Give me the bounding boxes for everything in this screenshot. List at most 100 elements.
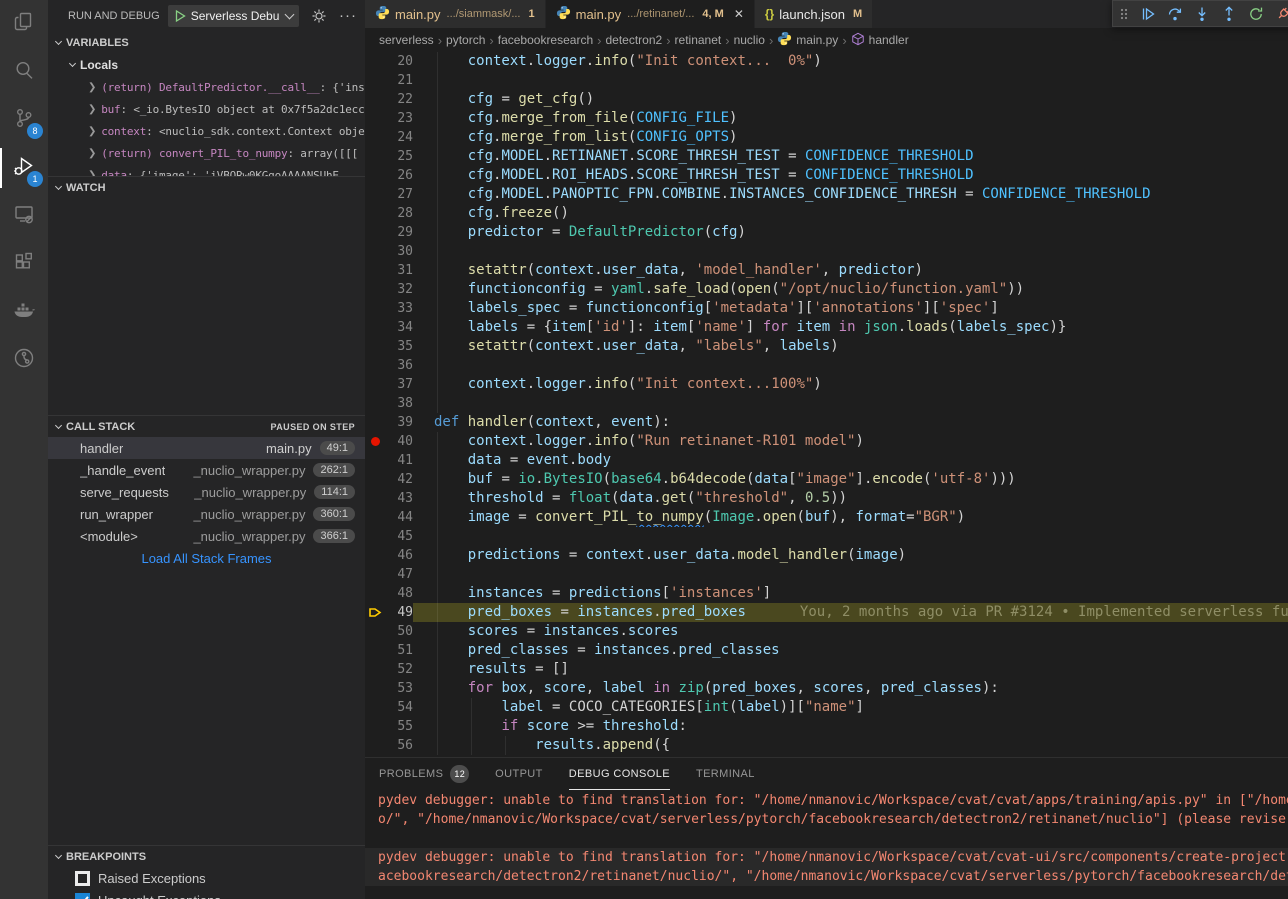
line-number[interactable]: 39 <box>387 413 413 432</box>
line-number[interactable]: 50 <box>387 622 413 641</box>
line-number[interactable]: 21 <box>387 71 413 90</box>
line-number[interactable]: 41 <box>387 451 413 470</box>
code-line[interactable]: 22 cfg = get_cfg() <box>365 90 1288 109</box>
line-content[interactable]: label = COCO_CATEGORIES[int(label)]["nam… <box>413 698 1288 717</box>
line-content[interactable]: instances = predictions['instances'] <box>413 584 1288 603</box>
line-content[interactable]: buf = io.BytesIO(base64.b64decode(data["… <box>413 470 1288 489</box>
panel-tab-debug-console[interactable]: DEBUG CONSOLE <box>569 758 670 790</box>
gutter-glyph-margin[interactable] <box>365 52 387 71</box>
stack-frame-row[interactable]: run_wrapper_nuclio_wrapper.py360:1 <box>48 503 365 525</box>
breadcrumb-item[interactable]: handler <box>851 32 909 49</box>
gutter-glyph-margin[interactable] <box>365 565 387 584</box>
line-content[interactable]: setattr(context.user_data, "labels", lab… <box>413 337 1288 356</box>
line-number[interactable]: 32 <box>387 280 413 299</box>
code-line[interactable]: 28 cfg.freeze() <box>365 204 1288 223</box>
gutter-glyph-margin[interactable] <box>365 337 387 356</box>
line-number[interactable]: 31 <box>387 261 413 280</box>
toolbar-drag-grip[interactable] <box>1119 6 1129 22</box>
gutter-glyph-margin[interactable] <box>365 261 387 280</box>
line-number[interactable]: 46 <box>387 546 413 565</box>
code-line[interactable]: 40 context.logger.info("Run retinanet-R1… <box>365 432 1288 451</box>
variables-header[interactable]: VARIABLES <box>48 32 365 54</box>
line-number[interactable]: 54 <box>387 698 413 717</box>
gutter-glyph-margin[interactable] <box>365 166 387 185</box>
panel-tab-output[interactable]: OUTPUT <box>495 758 543 790</box>
sidebar-item-git-graph[interactable] <box>0 336 48 384</box>
code-line[interactable]: 55 if score >= threshold: <box>365 717 1288 736</box>
code-line[interactable]: 41 data = event.body <box>365 451 1288 470</box>
code-line[interactable]: 29 predictor = DefaultPredictor(cfg) <box>365 223 1288 242</box>
line-number[interactable]: 29 <box>387 223 413 242</box>
line-content[interactable]: pred_classes = instances.pred_classes <box>413 641 1288 660</box>
gutter-glyph-margin[interactable] <box>365 679 387 698</box>
code-line[interactable]: 51 pred_classes = instances.pred_classes <box>365 641 1288 660</box>
sidebar-item-extensions[interactable] <box>0 240 48 288</box>
breakpoint-row[interactable]: Uncaught Exceptions <box>48 889 365 899</box>
line-content[interactable]: scores = instances.scores <box>413 622 1288 641</box>
line-content[interactable]: context.logger.info("Init context...100%… <box>413 375 1288 394</box>
gutter-glyph-margin[interactable] <box>365 280 387 299</box>
scope-locals[interactable]: Locals <box>48 54 365 76</box>
gutter-glyph-margin[interactable] <box>365 546 387 565</box>
code-line[interactable]: 56 results.append({ <box>365 736 1288 755</box>
gutter-glyph-margin[interactable] <box>365 90 387 109</box>
line-content[interactable]: predictor = DefaultPredictor(cfg) <box>413 223 1288 242</box>
gutter-glyph-margin[interactable] <box>365 204 387 223</box>
step-over-button[interactable] <box>1167 6 1183 22</box>
gutter-glyph-margin[interactable] <box>365 242 387 261</box>
code-line[interactable]: 53 for box, score, label in zip(pred_box… <box>365 679 1288 698</box>
close-icon[interactable]: ✕ <box>734 7 744 21</box>
call-stack-header[interactable]: CALL STACK PAUSED ON STEP <box>48 415 365 437</box>
breakpoint-row[interactable]: Raised Exceptions <box>48 867 365 889</box>
stack-frame-row[interactable]: <module>_nuclio_wrapper.py366:1 <box>48 525 365 547</box>
sidebar-item-remote-explorer[interactable] <box>0 192 48 240</box>
sidebar-item-source-control[interactable]: 8 <box>0 96 48 144</box>
line-content[interactable]: results.append({ <box>413 736 1288 755</box>
line-number[interactable]: 36 <box>387 356 413 375</box>
editor-tab[interactable]: {}launch.jsonM <box>755 0 872 28</box>
line-number[interactable]: 47 <box>387 565 413 584</box>
gutter-glyph-margin[interactable] <box>365 147 387 166</box>
code-line[interactable]: 38 <box>365 394 1288 413</box>
gutter-glyph-margin[interactable] <box>365 413 387 432</box>
gutter-glyph-margin[interactable] <box>365 375 387 394</box>
code-line[interactable]: 30 <box>365 242 1288 261</box>
line-content[interactable]: data = event.body <box>413 451 1288 470</box>
code-line[interactable]: 23 cfg.merge_from_file(CONFIG_FILE) <box>365 109 1288 128</box>
sidebar-item-search[interactable] <box>0 48 48 96</box>
code-line[interactable]: 43 threshold = float(data.get("threshold… <box>365 489 1288 508</box>
line-content[interactable]: functionconfig = yaml.safe_load(open("/o… <box>413 280 1288 299</box>
gutter-glyph-margin[interactable] <box>365 603 387 622</box>
code-line[interactable]: 37 context.logger.info("Init context...1… <box>365 375 1288 394</box>
code-line[interactable]: 20 context.logger.info("Init context... … <box>365 52 1288 71</box>
variable-row[interactable]: ❯(return) convert_PIL_to_numpy: array([[… <box>48 142 365 164</box>
code-line[interactable]: 34 labels = {item['id']: item['name'] fo… <box>365 318 1288 337</box>
line-number[interactable]: 38 <box>387 394 413 413</box>
gutter-glyph-margin[interactable] <box>365 128 387 147</box>
variable-row[interactable]: ❯data: {'image': 'iVBORw0KGgoAAAANSUhE… <box>48 164 365 176</box>
gutter-glyph-margin[interactable] <box>365 185 387 204</box>
code-line[interactable]: 36 <box>365 356 1288 375</box>
code-line[interactable]: 26 cfg.MODEL.ROI_HEADS.SCORE_THRESH_TEST… <box>365 166 1288 185</box>
breadcrumb-item[interactable]: retinanet <box>675 33 722 47</box>
sidebar-item-run-and-debug[interactable]: 1 <box>0 144 48 192</box>
code-line[interactable]: 52 results = [] <box>365 660 1288 679</box>
code-line[interactable]: 47 <box>365 565 1288 584</box>
line-number[interactable]: 55 <box>387 717 413 736</box>
line-content[interactable] <box>413 565 1288 584</box>
panel-tab-terminal[interactable]: TERMINAL <box>696 758 755 790</box>
line-content[interactable]: setattr(context.user_data, 'model_handle… <box>413 261 1288 280</box>
line-content[interactable] <box>413 394 1288 413</box>
gutter-glyph-margin[interactable] <box>365 451 387 470</box>
stack-frame-row[interactable]: handlermain.py49:1 <box>48 437 365 459</box>
code-line[interactable]: 42 buf = io.BytesIO(base64.b64decode(dat… <box>365 470 1288 489</box>
restart-button[interactable] <box>1248 6 1264 22</box>
code-line[interactable]: 35 setattr(context.user_data, "labels", … <box>365 337 1288 356</box>
line-content[interactable]: cfg.freeze() <box>413 204 1288 223</box>
continue-button[interactable] <box>1140 6 1156 22</box>
breadcrumb-item[interactable]: serverless <box>379 33 434 47</box>
line-number[interactable]: 53 <box>387 679 413 698</box>
code-editor[interactable]: 20 context.logger.info("Init context... … <box>365 52 1288 757</box>
code-line[interactable]: 21 <box>365 71 1288 90</box>
code-line[interactable]: 46 predictions = context.user_data.model… <box>365 546 1288 565</box>
